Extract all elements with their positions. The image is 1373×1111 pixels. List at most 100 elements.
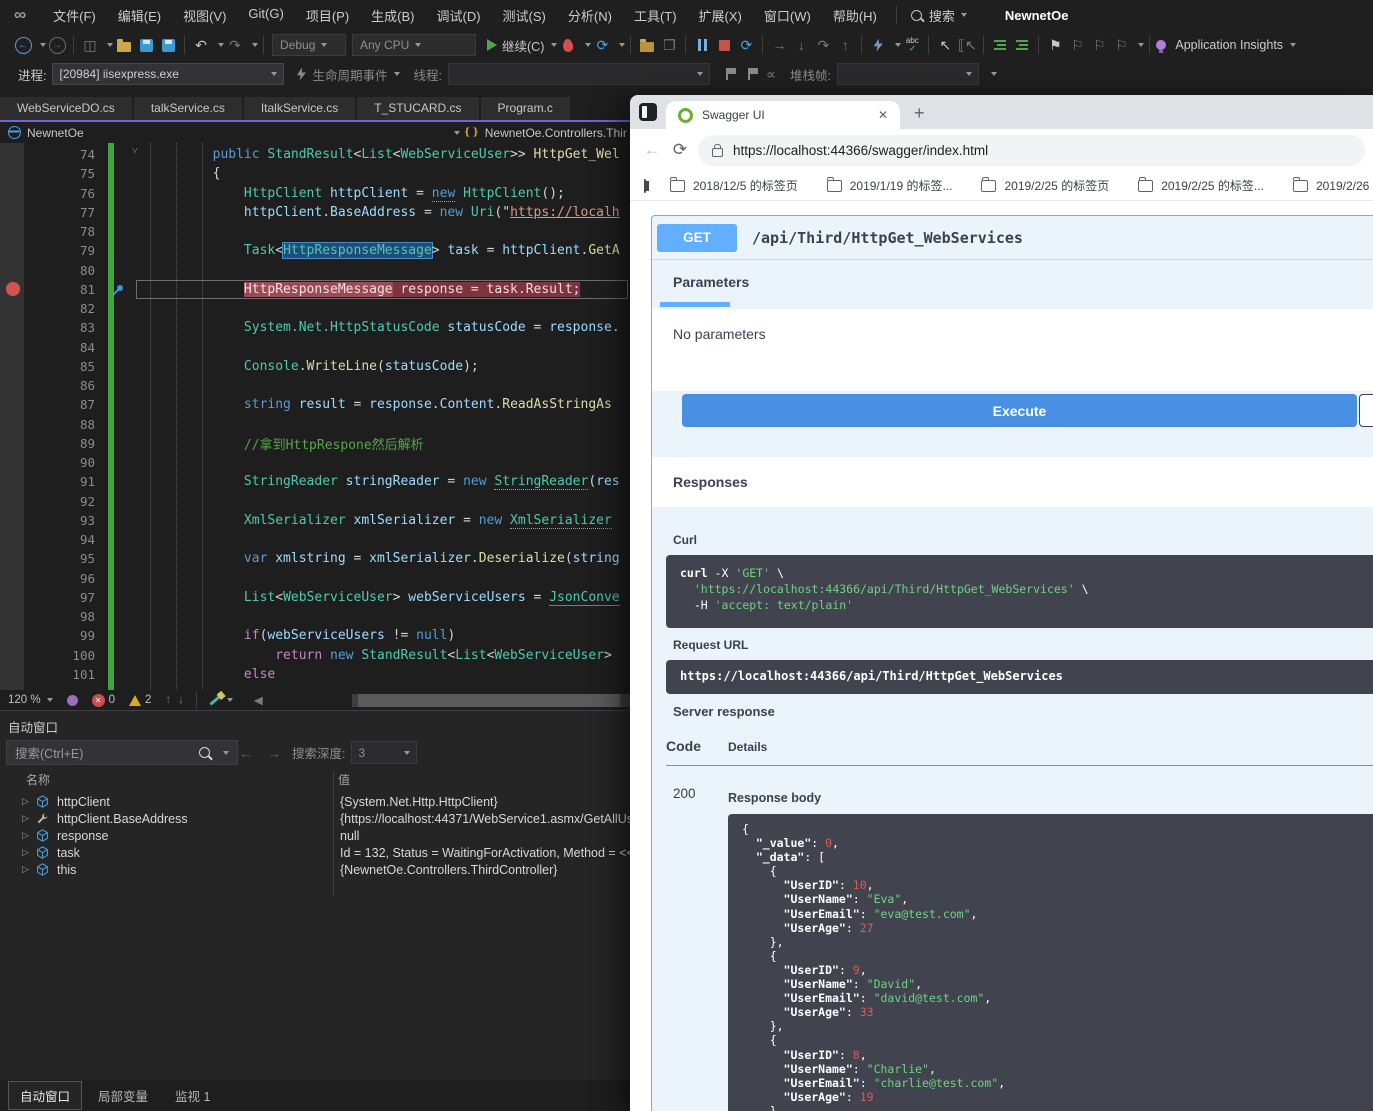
browser-tab[interactable]: Swagger UI ✕ <box>666 101 900 129</box>
secure-lock-icon[interactable] <box>712 148 723 157</box>
bookmark-item-0[interactable]: 2018/12/5 的标签页 <box>670 177 798 194</box>
menu-item-3[interactable]: Git(G) <box>237 6 294 25</box>
response-body-box[interactable]: { "_value": 0, "_data": [ { "UserID": 10… <box>728 814 1373 1111</box>
select-pointer-button[interactable]: ↖ <box>935 34 955 56</box>
bookmark-item-4[interactable]: 2019/2/26 的 <box>1293 177 1373 194</box>
bookmark-item-1[interactable]: 2019/1/19 的标签... <box>827 177 953 194</box>
next-issue-icon[interactable]: ↓ <box>178 694 184 706</box>
breadcrumb-project[interactable]: NewnetOe <box>27 126 84 140</box>
browser-reload-icon[interactable]: ⟳ <box>666 140 694 160</box>
breadcrumb-member[interactable]: NewnetOe.Controllers.Thir <box>485 126 627 140</box>
menu-item-1[interactable]: 编辑(E) <box>107 6 172 25</box>
open-file-button[interactable] <box>114 34 134 56</box>
clear-bookmarks-button[interactable]: ⚐ <box>1111 34 1131 56</box>
show-next-statement-icon[interactable]: → <box>769 34 789 56</box>
search-forward-icon[interactable]: → <box>267 745 281 761</box>
code-map-button[interactable]: ⟦↖ <box>957 34 977 56</box>
application-insights-button[interactable]: Application Insights <box>1156 34 1283 56</box>
horizontal-scrollbar[interactable] <box>352 694 630 707</box>
lifecycle-events-icon[interactable] <box>291 63 311 85</box>
search-depth-dropdown[interactable]: 3 <box>351 741 417 764</box>
increase-indent-button[interactable] <box>1012 34 1032 56</box>
navigate-forward-button[interactable]: → <box>47 34 67 56</box>
chevron-down-icon[interactable] <box>619 43 625 47</box>
toggle-bookmark-button[interactable]: ⚑ <box>1045 34 1065 56</box>
close-tab-icon[interactable]: ✕ <box>878 108 888 122</box>
tab-parameters[interactable]: Parameters <box>673 274 749 290</box>
step-into-icon[interactable]: ↓ <box>791 34 811 56</box>
stop-debug-button[interactable] <box>714 34 734 56</box>
chevron-down-icon[interactable] <box>1138 43 1144 47</box>
restart-debug-button[interactable]: ⟳ <box>736 34 756 56</box>
menu-item-6[interactable]: 调试(D) <box>426 6 492 25</box>
lifecycle-events-label[interactable]: 生命周期事件 <box>312 65 387 84</box>
thread-dropdown[interactable] <box>448 63 710 85</box>
menu-item-9[interactable]: 工具(T) <box>623 6 688 25</box>
document-tab-4[interactable]: Program.c <box>481 97 570 120</box>
bookmark-item-2[interactable]: 2019/2/25 的标签页 <box>981 177 1109 194</box>
menu-item-12[interactable]: 帮助(H) <box>822 6 888 25</box>
breadcrumb-member-group[interactable]: ❴❵ NewnetOe.Controllers.Thir <box>458 126 627 140</box>
menu-item-0[interactable]: 文件(F) <box>42 6 107 25</box>
decrease-indent-button[interactable] <box>990 34 1010 56</box>
process-dropdown[interactable]: [20984] iisexpress.exe <box>52 63 284 85</box>
show-flagged-only-icon[interactable]: ∝ <box>761 63 781 85</box>
chevron-down-icon[interactable] <box>895 43 901 47</box>
new-tab-button[interactable]: + <box>914 103 925 124</box>
next-bookmark-button[interactable]: ⚐ <box>1089 34 1109 56</box>
menu-item-4[interactable]: 项目(P) <box>295 6 360 25</box>
expand-chevron-icon[interactable]: ▷ <box>22 813 29 824</box>
save-button[interactable] <box>136 34 156 56</box>
find-in-files-button[interactable] <box>637 34 657 56</box>
menu-item-7[interactable]: 测试(S) <box>492 6 557 25</box>
address-bar[interactable]: https://localhost:44366/swagger/index.ht… <box>698 135 1365 166</box>
stack-frame-dropdown[interactable] <box>837 63 979 85</box>
chevron-down-icon[interactable] <box>218 43 224 47</box>
feedback-icon[interactable] <box>67 695 78 706</box>
browser-back-icon[interactable]: ← <box>638 140 666 160</box>
chevron-down-icon[interactable] <box>585 43 591 47</box>
document-tab-1[interactable]: talkService.cs <box>134 97 242 120</box>
expand-chevron-icon[interactable]: ▷ <box>22 864 29 875</box>
chevron-down-icon[interactable] <box>40 43 46 47</box>
vs-search-box[interactable]: 搜索 <box>911 6 967 25</box>
solution-config-dropdown[interactable]: Debug <box>272 34 346 56</box>
name-column-header[interactable]: 名称 <box>26 771 50 788</box>
expand-chevron-icon[interactable]: ▷ <box>22 847 29 858</box>
step-out-icon[interactable]: ↑ <box>835 34 855 56</box>
bookmark-item-3[interactable]: 2019/2/25 的标签... <box>1138 177 1264 194</box>
curl-command-box[interactable]: curl -X 'GET' \ 'https://localhost:44366… <box>666 555 1373 628</box>
document-tab-0[interactable]: WebServiceDO.cs <box>0 97 132 120</box>
document-tab-3[interactable]: T_STUCARD.cs <box>357 97 478 120</box>
flag-all-threads-icon[interactable] <box>739 63 759 85</box>
pin-dropper-icon[interactable] <box>111 283 125 297</box>
execute-button[interactable]: Execute <box>682 394 1357 427</box>
chevron-down-icon[interactable] <box>1290 43 1296 47</box>
clear-button[interactable] <box>1359 394 1373 427</box>
flag-thread-icon[interactable] <box>717 63 737 85</box>
breakpoints-window-button[interactable] <box>868 34 888 56</box>
pause-button[interactable] <box>692 34 712 56</box>
prev-bookmark-button[interactable]: ⚐ <box>1067 34 1087 56</box>
collapse-chevron-icon[interactable]: ˅ <box>132 146 138 157</box>
scrollbar-thumb[interactable] <box>358 694 620 707</box>
continue-button[interactable]: 继续(C) <box>487 34 544 56</box>
panel-tab-2[interactable]: 监视 1 <box>164 1082 221 1109</box>
panel-tab-0[interactable]: 自动窗口 <box>8 1081 82 1110</box>
restart-button[interactable]: ⟳ <box>592 34 612 56</box>
value-column-header[interactable]: 值 <box>338 771 350 788</box>
tab-actions-icon[interactable] <box>639 103 657 121</box>
new-item-button[interactable]: ◫ <box>80 34 100 56</box>
document-tab-2[interactable]: ItalkService.cs <box>244 97 355 120</box>
request-url-box[interactable]: https://localhost:44366/api/Third/HttpGe… <box>666 660 1373 694</box>
zoom-dropdown[interactable]: 120 % <box>8 694 53 706</box>
undo-button[interactable]: ↶ <box>191 34 211 56</box>
prev-issue-icon[interactable]: ↑ <box>165 694 171 706</box>
search-back-icon[interactable]: ← <box>239 745 253 761</box>
panel-tab-1[interactable]: 局部变量 <box>87 1082 159 1109</box>
navigate-back-button[interactable]: ← <box>13 34 33 56</box>
warning-count[interactable]: 2 <box>129 694 151 706</box>
platform-dropdown[interactable]: Any CPU <box>352 34 476 56</box>
chevron-down-icon[interactable] <box>107 43 113 47</box>
step-over-icon[interactable]: ↷ <box>813 34 833 56</box>
